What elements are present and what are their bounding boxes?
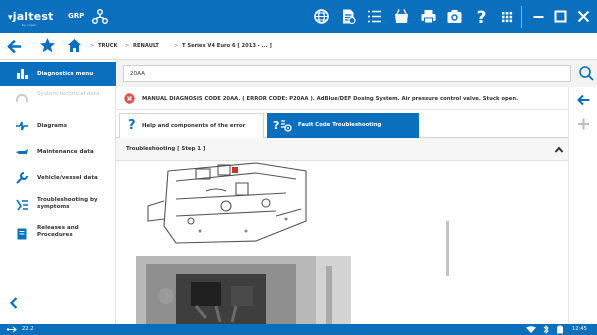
maximize-icon[interactable] <box>553 8 568 25</box>
document-icon[interactable] <box>340 8 357 25</box>
home-icon[interactable] <box>67 37 82 54</box>
sidebar: Diagnostics menu System technical data D… <box>0 60 116 324</box>
tab-bar: ? Help and components of the error ? Fau… <box>116 110 568 138</box>
diagram-icon <box>16 121 28 131</box>
search-row <box>116 60 597 87</box>
close-icon[interactable] <box>576 8 591 25</box>
apps-grid-icon[interactable] <box>500 8 514 25</box>
add-icon[interactable] <box>576 117 591 131</box>
sidebar-item-label: Diagrams <box>37 123 68 129</box>
breadcrumb-separator: > <box>90 43 95 49</box>
breadcrumb-item-model[interactable]: T Series V4 Euro 6 [ 2013 - ... ] <box>182 43 272 49</box>
error-message: MANUAL DIAGNOSIS CODE 20AA. ( ERROR CODE… <box>142 96 519 102</box>
minimize-icon[interactable] <box>531 8 546 25</box>
bluetooth-icon <box>543 325 549 334</box>
sidebar-item-label: Releases and Procedures <box>37 225 79 238</box>
back-arrow-icon[interactable] <box>576 93 591 107</box>
oil-can-icon <box>16 149 28 154</box>
grp-label[interactable]: GRP <box>68 12 84 20</box>
right-action-rail <box>568 87 597 324</box>
wrench-icon <box>16 172 28 184</box>
tab-help-and-components[interactable]: ? Help and components of the error <box>119 113 264 138</box>
step-section-header[interactable]: Troubleshooting [ Step 1 ] <box>116 138 568 161</box>
help-icon[interactable]: ? <box>473 8 490 25</box>
breadcrumb-item-renault[interactable]: RENAULT <box>133 43 159 49</box>
diagnostics-icon <box>17 69 28 79</box>
shopping-cart-icon[interactable] <box>393 8 410 25</box>
help-question-icon: ? <box>128 118 136 133</box>
camera-icon[interactable] <box>446 8 463 25</box>
back-arrow-icon[interactable] <box>6 38 22 55</box>
collapse-sidebar-icon[interactable] <box>8 296 20 310</box>
breadcrumb-separator: > <box>174 43 179 49</box>
favorites-star-icon[interactable] <box>39 37 56 54</box>
svg-text:?: ? <box>477 8 487 25</box>
procedure-book-icon <box>17 228 27 240</box>
breadcrumb-separator: > <box>125 43 130 49</box>
sidebar-item-label: Diagnostics menu <box>37 71 94 77</box>
sidebar-item-system-technical-data: System technical data <box>0 86 116 110</box>
error-icon <box>124 93 135 104</box>
breadcrumb-item-truck[interactable]: TRUCK <box>98 43 118 49</box>
status-value: 22.2 <box>22 326 34 332</box>
navigation-bar: > TRUCK > RENAULT > T Series V4 Euro 6 [… <box>0 33 597 60</box>
sidebar-item-label: System technical data <box>37 91 100 97</box>
sidebar-item-maintenance-data[interactable]: Maintenance data <box>0 140 116 164</box>
gauge-icon <box>16 94 28 103</box>
network-icon[interactable] <box>92 9 108 24</box>
battery-icon <box>557 325 563 334</box>
status-bar: 22.2 12:45 <box>0 324 597 335</box>
sidebar-item-troubleshooting-by-symptoms[interactable]: Troubleshooting by symptoms <box>0 191 116 219</box>
printer-icon[interactable] <box>420 8 437 25</box>
scrollbar-track <box>446 221 449 276</box>
sidebar-item-label: Maintenance data <box>37 149 94 155</box>
usb-connection-icon <box>6 326 17 333</box>
globe-icon[interactable] <box>313 8 330 25</box>
tab-label: Help and components of the error <box>142 123 246 129</box>
tab-fault-code-troubleshooting[interactable]: ? Fault Code Troubleshooting <box>267 113 419 138</box>
content-scrollbar[interactable] <box>444 161 451 324</box>
title-bar: ▾jaltest by cojali GRP ? <box>0 0 597 33</box>
jaltest-logo: ▾jaltest by cojali <box>8 10 54 27</box>
step-title: Troubleshooting [ Step 1 ] <box>126 146 206 152</box>
error-message-row: MANUAL DIAGNOSIS CODE 20AA. ( ERROR CODE… <box>116 87 568 110</box>
svg-text:?: ? <box>273 119 279 132</box>
sidebar-item-vehicle-vessel-data[interactable]: Vehicle/vessel data <box>0 166 116 190</box>
search-icon[interactable] <box>578 65 595 82</box>
troubleshooting-icon: ? <box>273 119 292 132</box>
sidebar-item-diagrams[interactable]: Diagrams <box>0 114 116 138</box>
component-photo-image <box>136 256 351 324</box>
search-input[interactable] <box>123 65 571 82</box>
sidebar-item-label: Vehicle/vessel data <box>37 175 98 181</box>
logo-text: jaltest <box>12 10 54 23</box>
list-icon[interactable] <box>366 8 383 25</box>
component-diagram-image <box>136 161 336 256</box>
symptoms-icon <box>16 199 28 211</box>
chevron-up-icon[interactable] <box>554 145 564 154</box>
tab-label: Fault Code Troubleshooting <box>298 122 382 128</box>
sidebar-item-label: Troubleshooting by symptoms <box>37 197 98 210</box>
wifi-icon <box>526 326 536 333</box>
troubleshooting-content <box>116 161 568 324</box>
sidebar-item-releases-and-procedures[interactable]: Releases and Procedures <box>0 220 116 248</box>
sidebar-item-diagnostics-menu[interactable]: Diagnostics menu <box>0 62 116 86</box>
clock-time: 12:45 <box>572 326 587 332</box>
toolbar-divider <box>521 6 522 28</box>
logo-subtext: by cojali <box>22 23 37 27</box>
